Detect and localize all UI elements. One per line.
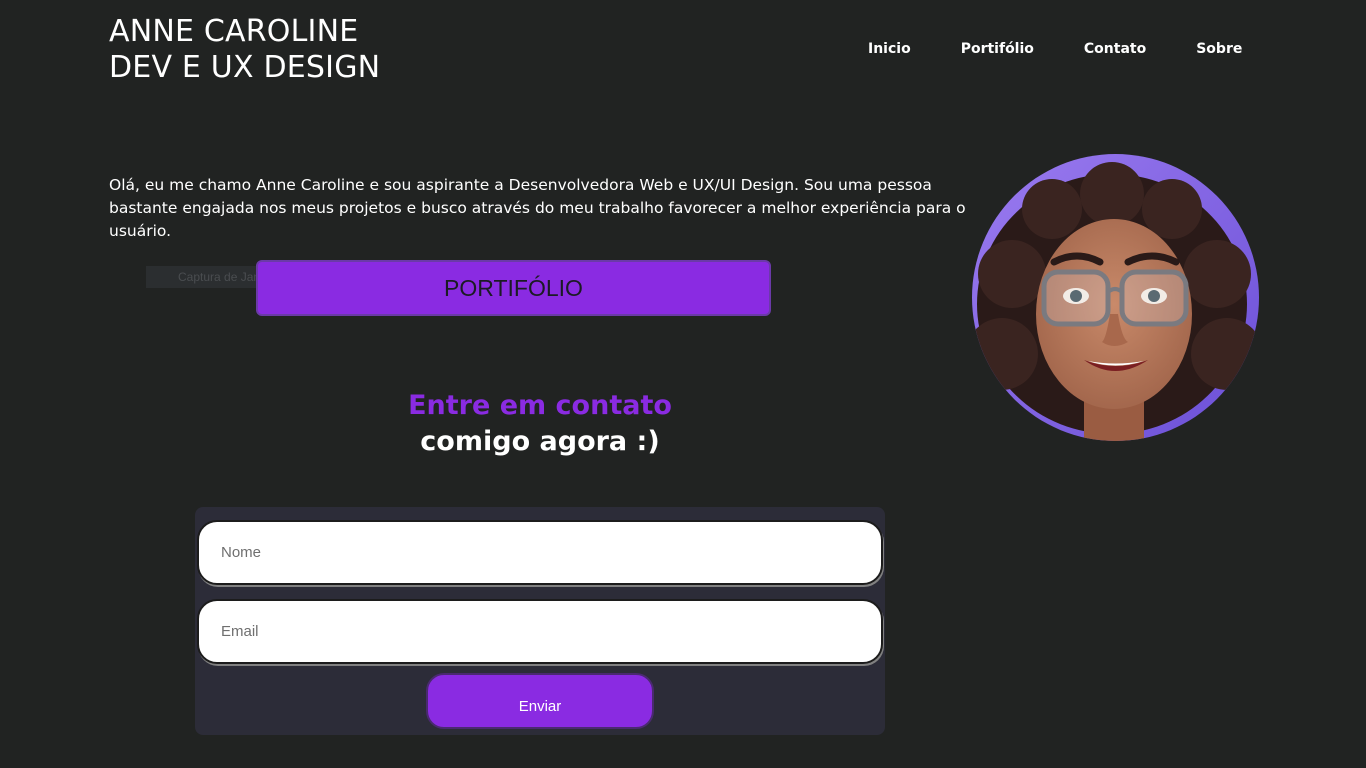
nav-item-portfolio[interactable]: Portifólio — [961, 40, 1034, 58]
contact-heading-accent: Entre em contato — [408, 390, 672, 421]
brand-title: ANNE CAROLINE DEV E UX DESIGN — [109, 14, 380, 86]
main-nav: Inicio Portifólio Contato Sobre — [868, 40, 1242, 58]
contact-heading: Entre em contato comigo agora :) — [195, 388, 885, 460]
submit-button[interactable]: Enviar — [426, 673, 654, 729]
brand-line-role: DEV E UX DESIGN — [109, 50, 381, 85]
contact-form: Enviar — [195, 507, 885, 735]
nav-item-contato[interactable]: Contato — [1084, 40, 1146, 58]
nav-item-sobre[interactable]: Sobre — [1196, 40, 1242, 58]
contact-heading-rest: comigo agora :) — [420, 426, 660, 457]
name-field[interactable] — [197, 520, 883, 585]
email-field[interactable] — [197, 599, 883, 664]
avatar — [972, 154, 1259, 441]
portfolio-button[interactable]: PORTIFÓLIO — [256, 260, 771, 316]
brand-line-name: ANNE CAROLINE — [109, 14, 359, 49]
avatar-illustration-icon — [972, 154, 1259, 441]
nav-item-inicio[interactable]: Inicio — [868, 40, 911, 58]
intro-text: Olá, eu me chamo Anne Caroline e sou asp… — [109, 176, 966, 240]
